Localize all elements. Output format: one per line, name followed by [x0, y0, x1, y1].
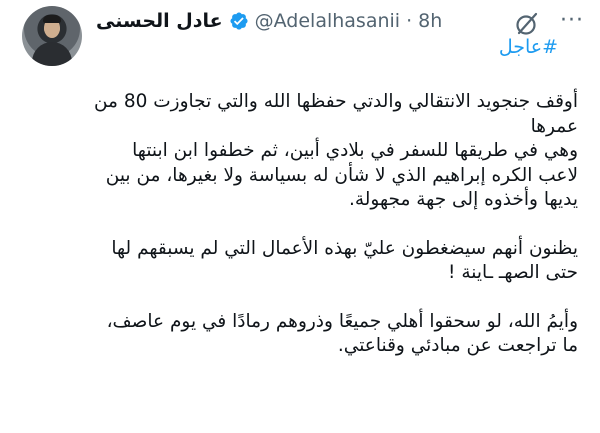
tweet-text: أوقف جنجويد الانتقالي والدتي حفظها الله …: [92, 90, 578, 359]
tweet-paragraph-2: وهي في طريقها للسفر في بلادي أبين، ثم خط…: [105, 140, 578, 210]
avatar-hair: [43, 15, 61, 23]
user-line: عادل الحسنى @Adelalhasanii · 8h: [96, 8, 442, 34]
separator: ·: [406, 10, 413, 32]
verified-badge-icon: [229, 11, 249, 31]
grok-icon[interactable]: [513, 10, 541, 38]
display-name[interactable]: عادل الحسنى: [96, 10, 223, 32]
handle[interactable]: @Adelalhasanii: [255, 10, 400, 32]
more-options-icon[interactable]: ···: [555, 8, 589, 34]
avatar[interactable]: [22, 6, 82, 66]
tweet-paragraph-3: يظنون أنهم سيضغطون عليّ بهذه الأعمال الت…: [111, 237, 578, 284]
tweet-paragraph-1: أوقف جنجويد الانتقالي والدتي حفظها الله …: [93, 91, 578, 137]
tweet-header: عادل الحسنى @Adelalhasanii · 8h ··· #عاج…: [0, 0, 600, 70]
timestamp[interactable]: 8h: [418, 10, 442, 32]
tweet-paragraph-4: وأيمُ الله، لو سحقوا أهلي جميعًا وذروهم …: [106, 310, 578, 357]
avatar-shoulders: [32, 42, 72, 66]
hashtag-link[interactable]: #عاجل: [499, 36, 558, 58]
